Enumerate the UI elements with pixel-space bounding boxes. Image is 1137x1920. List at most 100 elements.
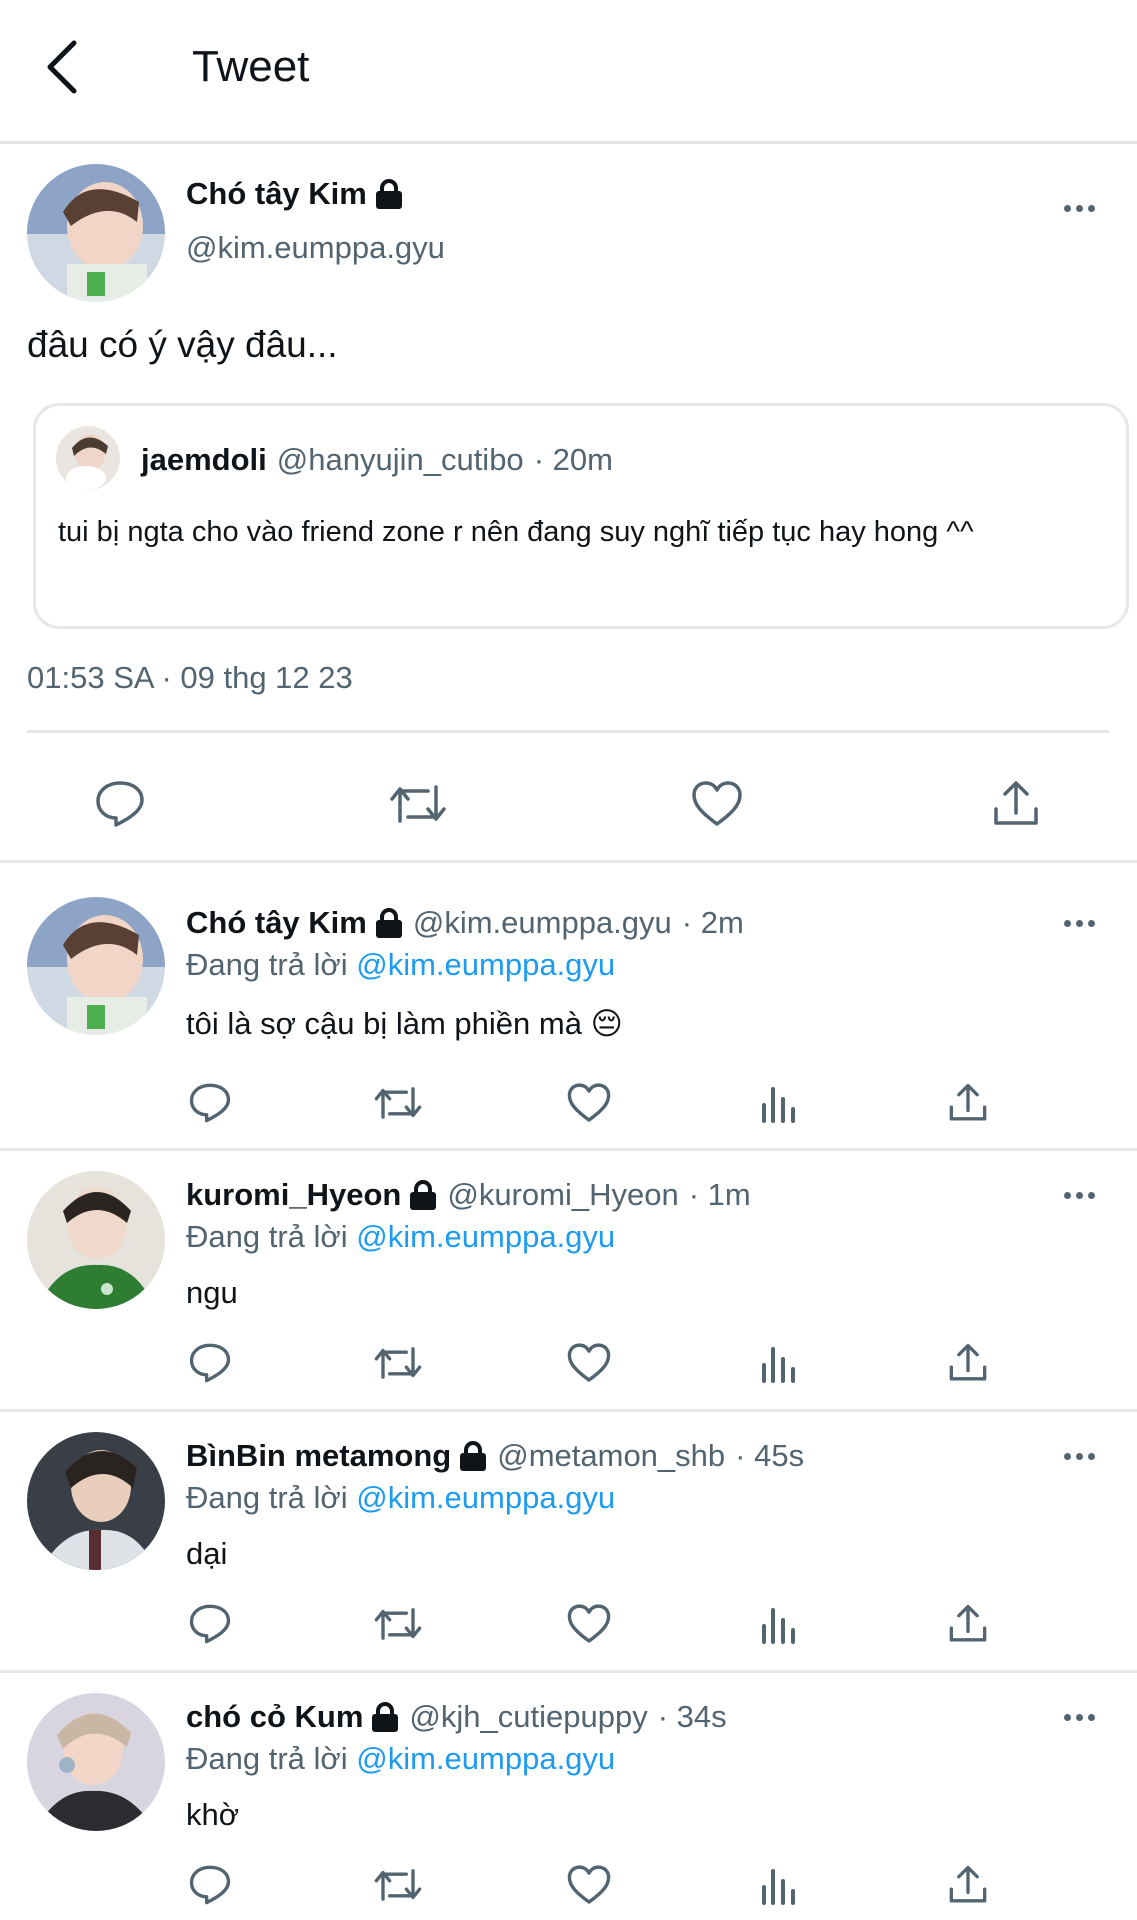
share-button[interactable] bbox=[942, 1859, 994, 1911]
reply-time: · 34s bbox=[657, 1699, 727, 1734]
like-button[interactable] bbox=[563, 1598, 615, 1650]
mention-link[interactable]: @kim.eumppa.gyu bbox=[356, 1741, 615, 1776]
reply-text: tôi là sợ cậu bị làm phiền mà 😔 bbox=[186, 1006, 623, 1041]
more-button[interactable] bbox=[1057, 1434, 1101, 1478]
reply-button[interactable] bbox=[184, 1337, 236, 1389]
mention-link[interactable]: @kim.eumppa.gyu bbox=[356, 947, 615, 982]
share-button[interactable] bbox=[942, 1077, 994, 1129]
more-icon bbox=[1063, 1191, 1071, 1199]
back-button[interactable] bbox=[36, 36, 86, 98]
tweet-timestamp: 01:53 SA · 09 thg 12 23 bbox=[27, 660, 353, 695]
more-icon bbox=[1063, 1452, 1071, 1460]
analytics-icon bbox=[762, 1608, 795, 1644]
quoted-tweet[interactable]: jaemdoli @hanyujin_cutibo · 20m tui bị n… bbox=[33, 403, 1129, 629]
like-button[interactable] bbox=[687, 774, 747, 834]
retweet-button[interactable] bbox=[370, 1598, 426, 1650]
like-icon bbox=[567, 1083, 611, 1122]
reply-button[interactable] bbox=[184, 1859, 236, 1911]
avatar[interactable] bbox=[27, 1171, 165, 1309]
reply-text: dại bbox=[186, 1536, 228, 1571]
reply-button[interactable] bbox=[184, 1598, 236, 1650]
mention-link[interactable]: @kim.eumppa.gyu bbox=[356, 1219, 615, 1254]
author-handle[interactable]: @kim.eumppa.gyu bbox=[413, 905, 672, 941]
share-icon bbox=[949, 1604, 987, 1642]
reply-icon bbox=[189, 1604, 231, 1644]
author-handle[interactable]: @metamon_shb bbox=[497, 1438, 725, 1474]
retweet-button[interactable] bbox=[370, 1859, 426, 1911]
mention-link[interactable]: @kim.eumppa.gyu bbox=[356, 1480, 615, 1515]
avatar[interactable] bbox=[27, 164, 165, 302]
analytics-button[interactable] bbox=[753, 1077, 805, 1129]
retweet-button[interactable] bbox=[370, 1077, 426, 1129]
analytics-icon bbox=[762, 1869, 795, 1905]
author-handle[interactable]: @kjh_cutiepuppy bbox=[409, 1699, 647, 1735]
top-bar: Tweet bbox=[0, 0, 1137, 144]
more-button[interactable] bbox=[1057, 186, 1101, 230]
reply-tweet[interactable]: chó cỏ Kum @kjh_cutiepuppy · 34s Đang tr… bbox=[0, 1673, 1137, 1920]
divider bbox=[27, 730, 1109, 733]
retweet-button[interactable] bbox=[385, 774, 451, 834]
reply-tweet[interactable]: BìnBin metamong @metamon_shb · 45s Đang … bbox=[0, 1412, 1137, 1670]
reply-text: khờ bbox=[186, 1797, 240, 1832]
author-handle[interactable]: @kuromi_Hyeon bbox=[447, 1177, 678, 1213]
reply-icon bbox=[96, 781, 144, 827]
retweet-icon bbox=[374, 1087, 422, 1119]
reply-time: · 1m bbox=[688, 1177, 751, 1212]
author-name[interactable]: Chó tây Kim bbox=[186, 905, 367, 941]
retweet-icon bbox=[374, 1869, 422, 1901]
quote-avatar bbox=[56, 426, 120, 490]
reply-tweet[interactable]: kuromi_Hyeon @kuromi_Hyeon · 1m Đang trả… bbox=[0, 1151, 1137, 1409]
page-title: Tweet bbox=[192, 42, 310, 91]
analytics-button[interactable] bbox=[753, 1337, 805, 1389]
like-button[interactable] bbox=[563, 1077, 615, 1129]
more-button[interactable] bbox=[1057, 1695, 1101, 1739]
more-icon bbox=[1063, 1713, 1071, 1721]
lock-icon bbox=[409, 1180, 437, 1210]
analytics-button[interactable] bbox=[753, 1859, 805, 1911]
avatar[interactable] bbox=[27, 1432, 165, 1570]
like-icon bbox=[567, 1865, 611, 1904]
avatar[interactable] bbox=[27, 1693, 165, 1831]
analytics-button[interactable] bbox=[753, 1598, 805, 1650]
avatar[interactable] bbox=[27, 897, 165, 1035]
more-button[interactable] bbox=[1057, 901, 1101, 945]
like-icon bbox=[692, 781, 742, 826]
analytics-icon bbox=[762, 1087, 795, 1123]
replying-to: Đang trả lời @kim.eumppa.gyu bbox=[186, 1219, 616, 1254]
author-name[interactable]: kuromi_Hyeon bbox=[186, 1177, 401, 1213]
lock-icon bbox=[371, 1702, 399, 1732]
share-icon bbox=[949, 1343, 987, 1381]
share-icon bbox=[949, 1083, 987, 1121]
reply-time: · 2m bbox=[681, 905, 744, 940]
reply-icon bbox=[189, 1343, 231, 1383]
quote-text: tui bị ngta cho vào friend zone r nên đa… bbox=[58, 516, 974, 548]
lock-icon bbox=[375, 179, 403, 209]
author-name[interactable]: BìnBin metamong bbox=[186, 1438, 451, 1474]
replying-to: Đang trả lời @kim.eumppa.gyu bbox=[186, 947, 616, 982]
reply-icon bbox=[189, 1083, 231, 1123]
like-button[interactable] bbox=[563, 1859, 615, 1911]
share-button[interactable] bbox=[942, 1598, 994, 1650]
quote-author-handle: @hanyujin_cutibo bbox=[276, 442, 524, 477]
analytics-icon bbox=[762, 1347, 795, 1383]
reply-tweet[interactable]: Chó tây Kim @kim.eumppa.gyu · 2m Đang tr… bbox=[0, 863, 1137, 1148]
reply-button[interactable] bbox=[184, 1077, 236, 1129]
author-name[interactable]: Chó tây Kim bbox=[186, 176, 367, 212]
share-button[interactable] bbox=[986, 774, 1046, 834]
more-button[interactable] bbox=[1057, 1173, 1101, 1217]
author-handle[interactable]: @kim.eumppa.gyu bbox=[186, 230, 445, 266]
reply-icon bbox=[189, 1865, 231, 1905]
retweet-icon bbox=[374, 1347, 422, 1379]
tweet-actions bbox=[0, 764, 1137, 850]
tweet-detail-page: Tweet Chó tây Kim @kim.eumppa.gyu đâu có… bbox=[0, 0, 1137, 1920]
lock-icon bbox=[375, 908, 403, 938]
like-button[interactable] bbox=[563, 1337, 615, 1389]
author-name[interactable]: chó cỏ Kum bbox=[186, 1699, 363, 1735]
retweet-button[interactable] bbox=[370, 1337, 426, 1389]
tweet-text: đâu có ý vậy đâu... bbox=[27, 324, 338, 365]
share-icon bbox=[994, 781, 1038, 825]
like-icon bbox=[567, 1343, 611, 1382]
like-icon bbox=[567, 1604, 611, 1643]
share-button[interactable] bbox=[942, 1337, 994, 1389]
reply-button[interactable] bbox=[90, 774, 150, 834]
